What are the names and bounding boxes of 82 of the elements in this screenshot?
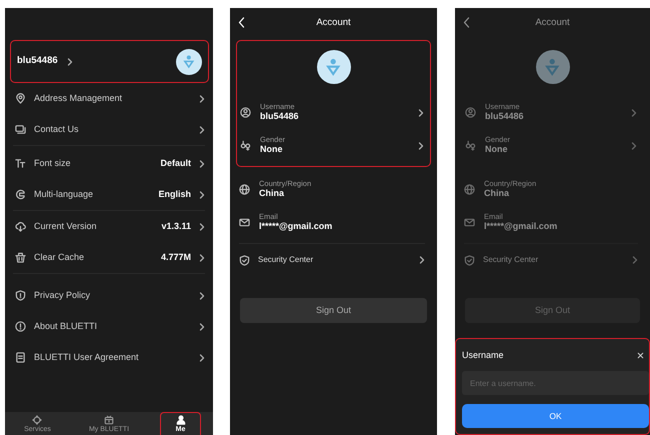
chevron-icon [631, 108, 637, 116]
menu-label: Clear Cache [34, 250, 86, 264]
menu-label: Security Center [483, 254, 540, 266]
chevron-icon [66, 58, 73, 66]
menu-value: English [158, 188, 191, 201]
field-value: China [259, 188, 286, 200]
chevron-icon [199, 190, 205, 198]
cloud-download-icon [15, 221, 26, 232]
box-icon [104, 415, 114, 425]
menu-item[interactable]: Address Management [13, 83, 205, 114]
globe-icon [239, 184, 250, 195]
menu-item[interactable]: Clear Cache 4.777M [13, 242, 205, 273]
shield-check-icon [464, 254, 475, 266]
chevron-icon [199, 222, 205, 230]
chevron-icon [199, 160, 205, 168]
avatar[interactable] [316, 50, 350, 84]
gender-icon [240, 140, 251, 151]
menu-label: About BLUETTI [34, 320, 98, 333]
menu-label: Address Management [34, 92, 124, 105]
person-circle-icon [465, 107, 476, 118]
field-value: l*****@gmail.com [484, 221, 558, 233]
shield-check-icon [239, 254, 250, 266]
chat-icon [15, 124, 26, 135]
basket-icon [15, 252, 26, 263]
chevron-icon [418, 108, 424, 116]
sign-out-button[interactable]: Sign Out [240, 298, 427, 323]
field-value: China [484, 188, 510, 200]
security-center-item[interactable]: Security Center [464, 244, 644, 276]
menu-value: Default [160, 156, 191, 170]
ok-button[interactable]: OK [462, 404, 649, 428]
menu-label: Privacy Policy [34, 288, 92, 302]
menu-label: Current Version [34, 220, 98, 233]
field-value: blu54486 [485, 111, 525, 123]
globe-icon [464, 184, 475, 195]
chevron-icon [199, 254, 205, 262]
field-value: None [260, 144, 284, 156]
font-size-icon [15, 158, 26, 169]
menu-label: Security Center [258, 254, 314, 266]
envelope-icon [464, 217, 475, 228]
avatar[interactable] [176, 48, 202, 74]
chevron-icon [632, 256, 638, 264]
profile-row[interactable]: blu54486 [10, 40, 209, 83]
chevron-icon [199, 94, 205, 102]
chevron-icon [418, 142, 424, 150]
screen-title: Account [316, 16, 351, 30]
menu-item[interactable]: Privacy Policy [13, 280, 205, 311]
menu-item[interactable]: About BLUETTI [13, 311, 205, 342]
menu-item[interactable]: Font size Default [13, 148, 205, 179]
location-pin-icon [15, 93, 26, 104]
chevron-icon [631, 142, 637, 150]
person-circle-icon [240, 107, 251, 118]
dialog-title: Username [462, 348, 504, 362]
screen-title: Account [535, 16, 570, 30]
menu-label: BLUETTI User Agreement [34, 350, 140, 364]
shield-icon [15, 290, 26, 301]
close-icon[interactable] [636, 350, 645, 360]
menu-label: Multi-language [34, 188, 94, 201]
menu-item[interactable]: BLUETTI User Agreement [13, 342, 205, 373]
info-icon [15, 321, 26, 332]
menu-item[interactable]: Multi-language English [13, 179, 205, 210]
menu-item[interactable]: Contact Us [13, 114, 205, 145]
chevron-icon [199, 126, 205, 134]
document-icon [15, 352, 26, 363]
chevron-icon [199, 322, 205, 330]
menu-item[interactable]: Current Version v1.3.11 [13, 211, 205, 242]
field-value: blu54486 [260, 111, 300, 123]
chevron-icon [199, 354, 205, 362]
gender-icon [465, 140, 476, 151]
menu-label: Contact Us [34, 122, 80, 136]
field-value: None [485, 144, 508, 156]
envelope-icon [239, 217, 250, 228]
security-center-item[interactable]: Security Center [239, 244, 431, 276]
chevron-icon [199, 292, 205, 300]
person-icon [176, 415, 186, 425]
menu-value: 4.777M [160, 250, 191, 264]
menu-value: v1.3.11 [161, 220, 191, 233]
back-icon[interactable] [238, 17, 245, 28]
language-icon [15, 189, 26, 200]
menu-label: Font size [34, 156, 72, 170]
chevron-icon [419, 256, 425, 264]
username: blu54486 [17, 54, 58, 68]
field-value: l*****@gmail.com [259, 221, 334, 233]
